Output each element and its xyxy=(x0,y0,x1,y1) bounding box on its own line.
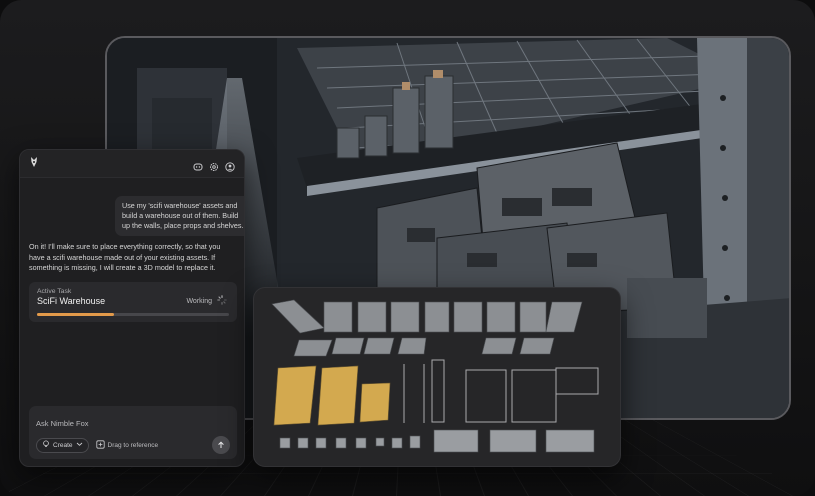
task-status-text: Working xyxy=(186,297,212,305)
create-mode-dropdown[interactable]: Create xyxy=(36,437,89,453)
drag-to-reference[interactable]: Drag to reference xyxy=(95,439,159,451)
lightbulb-icon xyxy=(42,440,50,450)
loading-spinner-icon xyxy=(217,295,227,307)
drag-to-reference-label: Drag to reference xyxy=(107,441,159,449)
chat-composer: Create Drag to reference xyxy=(29,406,237,459)
user-profile-icon[interactable] xyxy=(225,159,235,172)
active-task-label: Active Task xyxy=(37,288,72,295)
create-mode-label: Create xyxy=(53,441,73,449)
task-progress-bar xyxy=(37,313,229,316)
send-button[interactable] xyxy=(212,436,230,454)
task-progress-fill xyxy=(37,313,114,316)
panel-header xyxy=(20,150,244,178)
chevron-down-icon xyxy=(76,441,83,449)
task-status: Working xyxy=(186,295,227,307)
asset-library-sheet[interactable] xyxy=(253,287,621,467)
settings-gear-icon[interactable] xyxy=(209,159,219,171)
fox-logo-icon[interactable] xyxy=(29,155,40,173)
discord-icon[interactable] xyxy=(193,159,203,170)
scifi-warehouse-asset-thumbnails xyxy=(271,299,599,453)
assistant-message: On it! I'll make sure to place everythin… xyxy=(29,242,221,272)
arrow-up-icon xyxy=(217,436,225,454)
ask-input[interactable] xyxy=(36,419,230,428)
active-task-card[interactable]: Active Task SciFi Warehouse Working xyxy=(29,282,237,322)
image-plus-icon xyxy=(95,439,105,451)
assistant-chat-panel: Use my 'scifi warehouse' assets and buil… xyxy=(19,149,245,467)
user-message-bubble: Use my 'scifi warehouse' assets and buil… xyxy=(115,196,244,236)
